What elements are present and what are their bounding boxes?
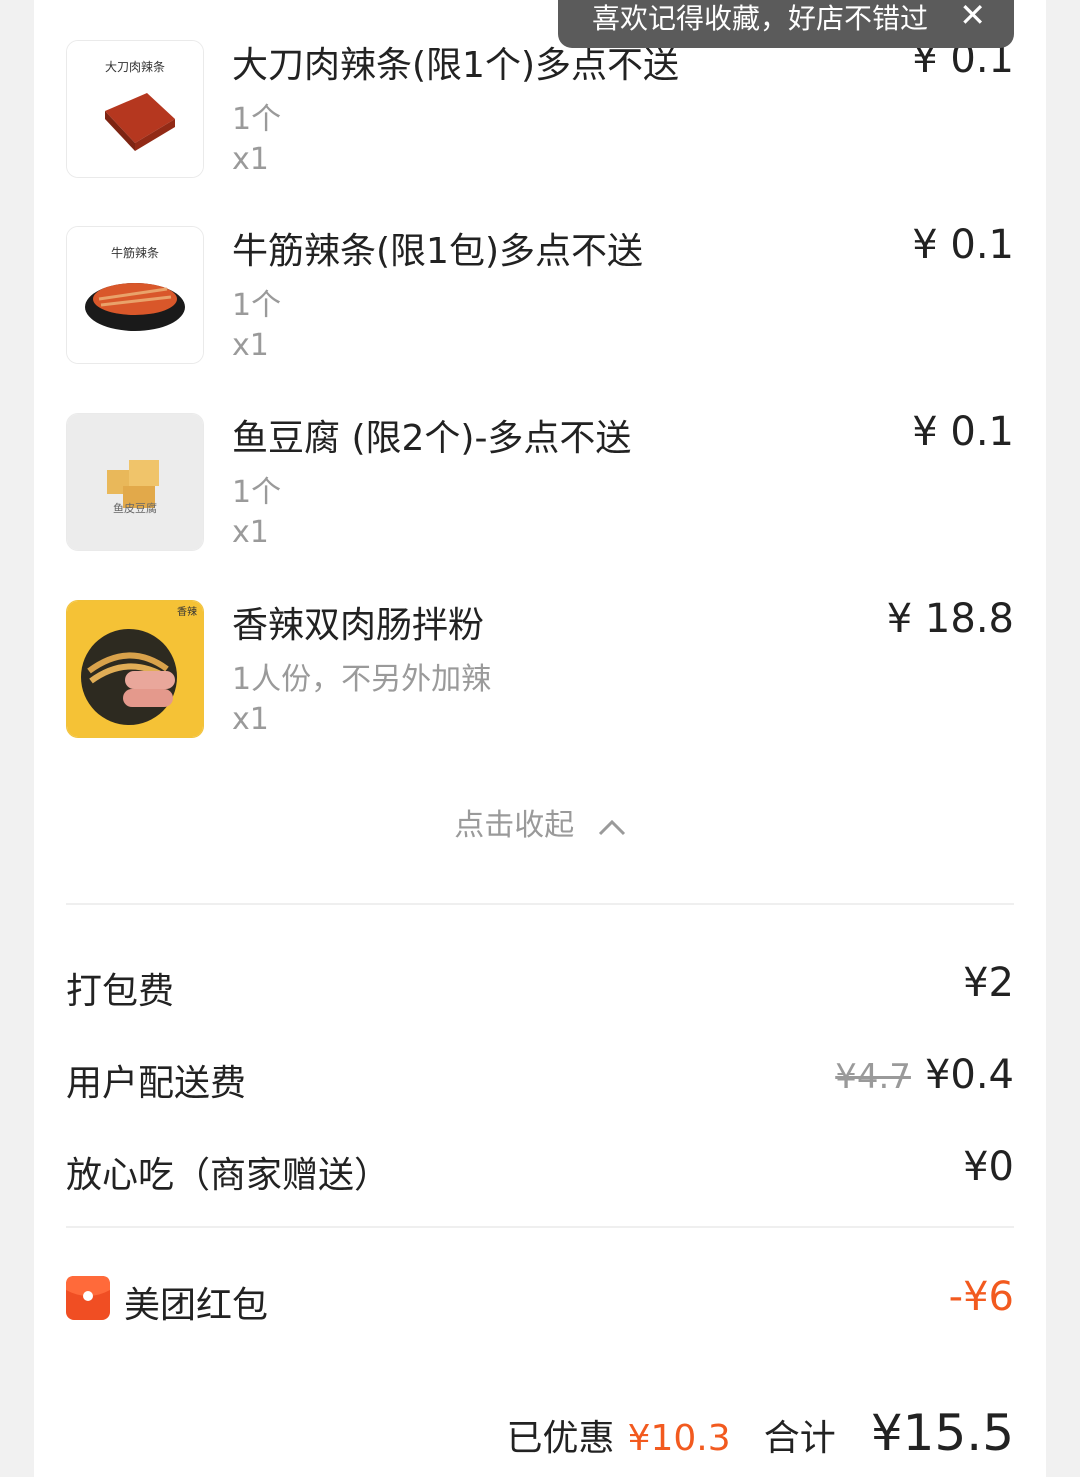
- packing-fee-value: ¥2: [963, 960, 1014, 1006]
- toast-text: 喜欢记得收藏，好店不错过: [592, 2, 929, 35]
- product-image: 大刀肉辣条: [66, 40, 204, 178]
- chevron-up-icon: [598, 809, 626, 844]
- red-packet-icon: [66, 1276, 110, 1320]
- assurance-label: 放心吃（商家赠送）: [66, 1155, 391, 1196]
- assurance-value: ¥0: [963, 1144, 1014, 1190]
- thumb-label: 牛筋辣条: [111, 245, 159, 260]
- item-price: ¥ 18.8: [886, 596, 1014, 642]
- total-value: ¥15.5: [870, 1404, 1014, 1462]
- item-name: 香辣双肉肠拌粉: [232, 605, 485, 646]
- item-price: ¥ 0.1: [912, 409, 1014, 455]
- list-item[interactable]: 牛筋辣条 牛筋辣条(限1包)多点不送 1个 x1 ¥ 0.1: [66, 222, 1014, 366]
- list-item[interactable]: 大刀肉辣条 大刀肉辣条(限1个)多点不送 1个 x1 ¥ 0.1: [66, 36, 1014, 180]
- divider: [66, 903, 1014, 905]
- item-price: ¥ 0.1: [912, 222, 1014, 268]
- product-image: 鱼皮豆腐: [66, 413, 204, 551]
- item-quantity: x1: [232, 702, 269, 737]
- close-icon[interactable]: ✕: [959, 0, 986, 34]
- item-name: 鱼豆腐 (限2个)-多点不送: [232, 418, 632, 459]
- delivery-fee-current: ¥0.4: [924, 1052, 1014, 1098]
- total-label: 合计: [763, 1418, 836, 1459]
- packing-fee-row: 打包费 ¥2: [66, 960, 1014, 1012]
- list-item[interactable]: 香辣 香辣双肉肠拌粉 1人份，不另外加辣 x1 ¥ 18.8: [66, 596, 1014, 740]
- list-item[interactable]: 鱼皮豆腐 鱼豆腐 (限2个)-多点不送 1个 x1 ¥ 0.1: [66, 409, 1014, 553]
- favorite-toast: 喜欢记得收藏，好店不错过 ✕: [558, 0, 1014, 48]
- order-summary: 已优惠 ¥10.3 合计 ¥15.5: [506, 1404, 1014, 1462]
- item-spec: 1个: [232, 475, 282, 510]
- item-spec: 1个: [232, 102, 282, 137]
- packing-fee-label: 打包费: [66, 971, 175, 1012]
- redpacket-label: 美团红包: [124, 1285, 269, 1326]
- item-quantity: x1: [232, 142, 269, 177]
- product-image: 牛筋辣条: [66, 226, 204, 364]
- item-name: 牛筋辣条(限1包)多点不送: [232, 231, 643, 272]
- delivery-fee-original: ¥4.7: [835, 1057, 911, 1097]
- assurance-row[interactable]: 放心吃（商家赠送） ¥0: [66, 1144, 1014, 1196]
- item-quantity: x1: [232, 328, 269, 363]
- thumb-label: 香辣: [177, 605, 197, 618]
- divider: [66, 1226, 1014, 1228]
- discount-value: ¥10.3: [627, 1418, 731, 1459]
- redpacket-value: -¥6: [948, 1274, 1014, 1320]
- item-spec: 1个: [232, 288, 282, 323]
- thumb-label: 鱼皮豆腐: [113, 501, 157, 515]
- item-quantity: x1: [232, 515, 269, 550]
- product-image: 香辣: [66, 600, 204, 738]
- collapse-label: 点击收起: [454, 808, 575, 843]
- delivery-fee-row: 用户配送费 ¥4.7 ¥0.4: [66, 1052, 1014, 1104]
- delivery-fee-label: 用户配送费: [66, 1063, 247, 1104]
- collapse-button[interactable]: 点击收起: [0, 800, 1080, 844]
- discount-label: 已优惠: [506, 1418, 615, 1459]
- thumb-label: 大刀肉辣条: [105, 60, 165, 74]
- redpacket-row[interactable]: 美团红包 -¥6: [66, 1274, 1014, 1326]
- delivery-fee-value: ¥4.7 ¥0.4: [835, 1052, 1014, 1098]
- item-spec: 1人份，不另外加辣: [232, 662, 492, 697]
